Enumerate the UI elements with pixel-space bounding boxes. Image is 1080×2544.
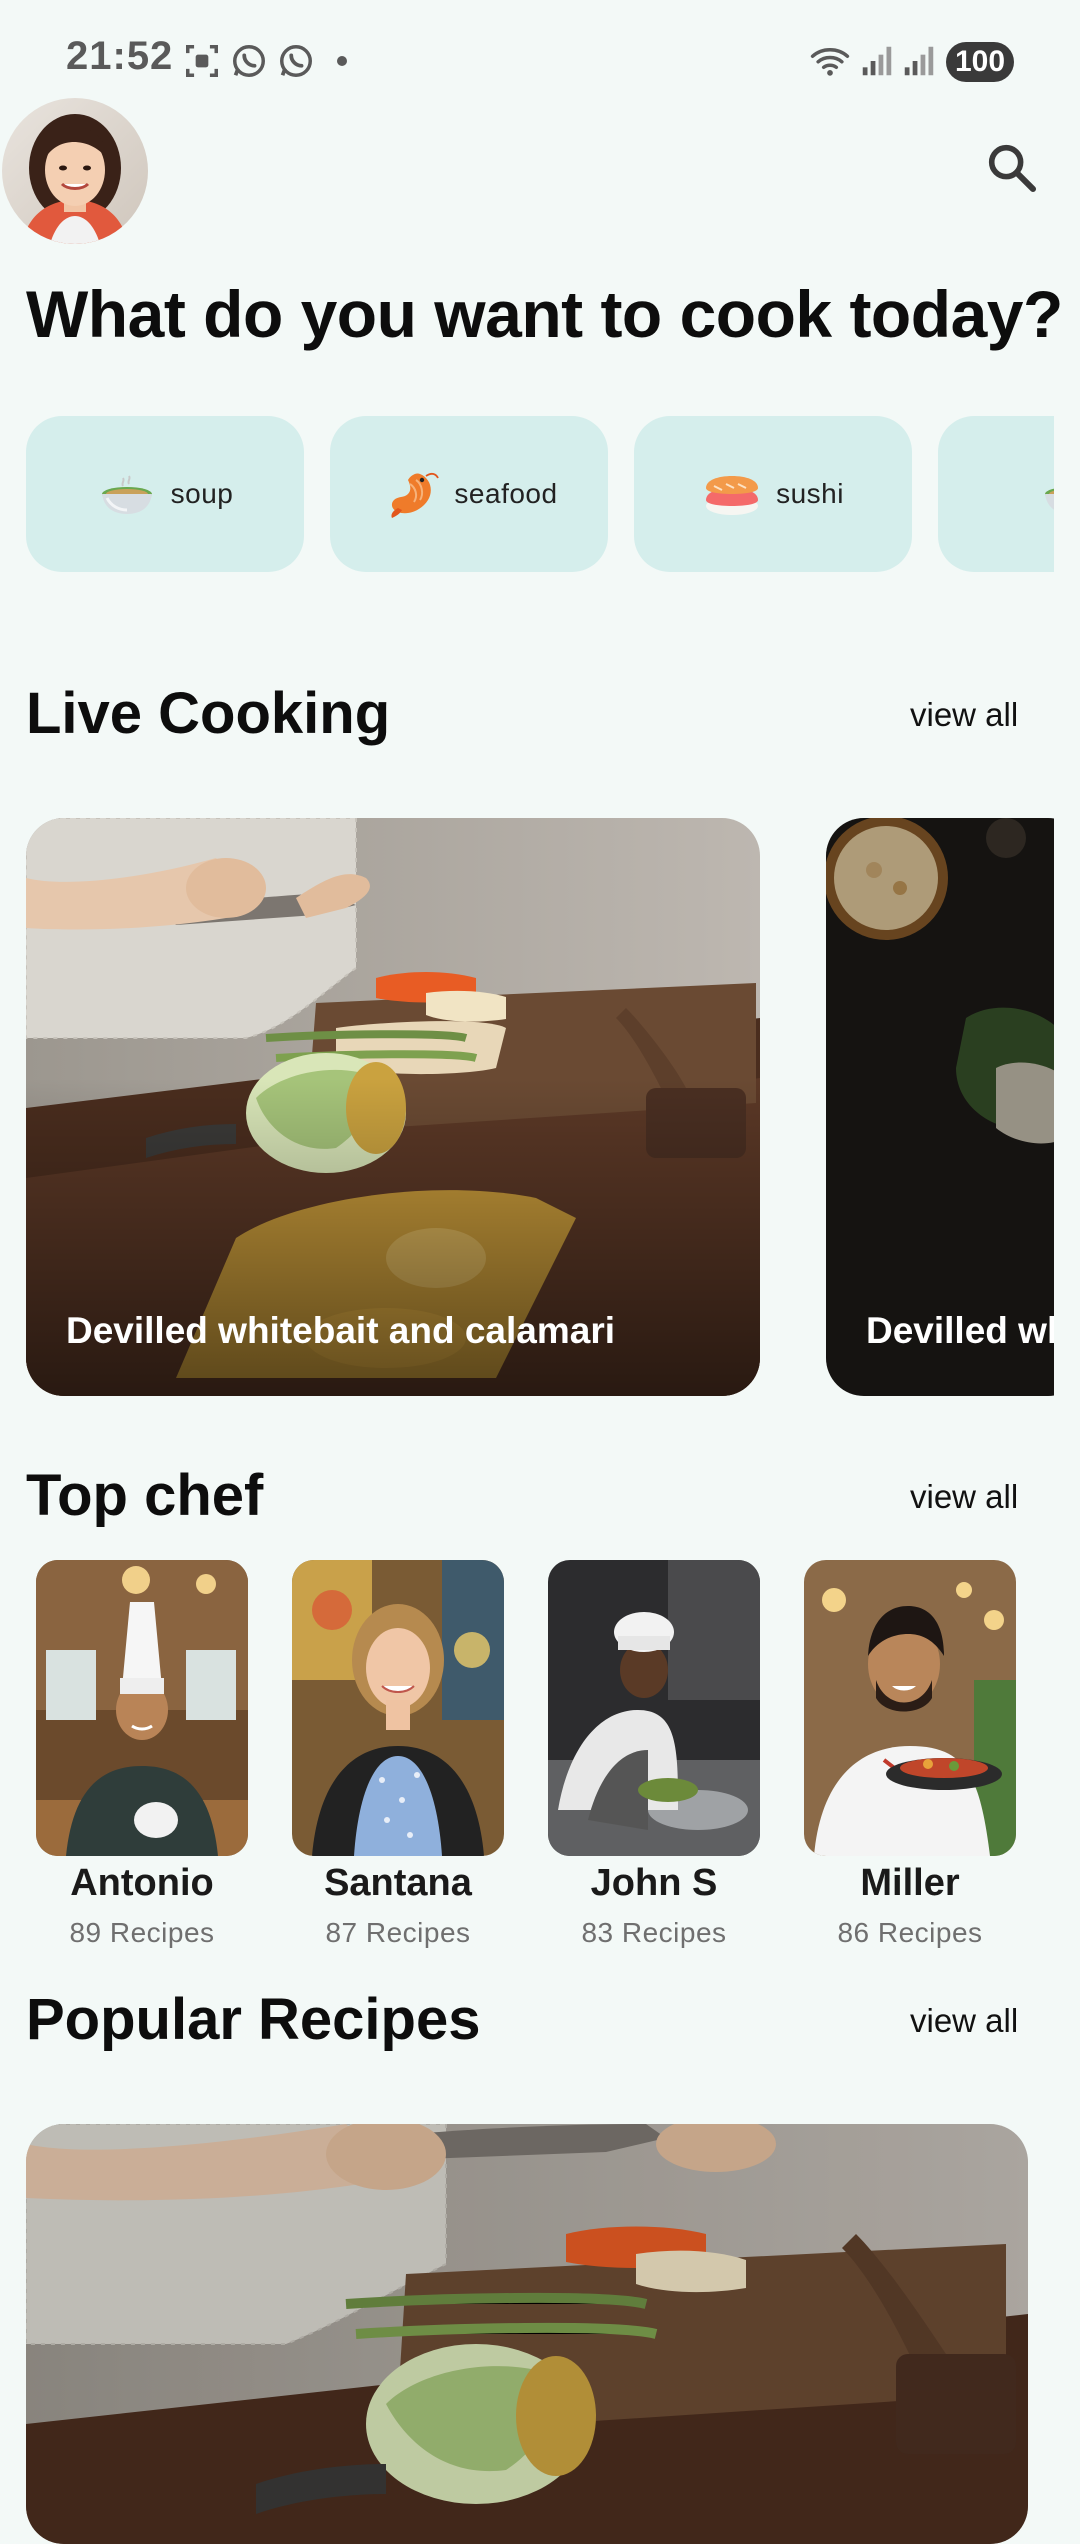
category-chip-more[interactable] <box>938 416 1054 572</box>
notification-dot-icon <box>337 56 347 66</box>
shrimp-icon <box>391 472 440 518</box>
live-cooking-card-title: Devilled wh <box>866 1310 1054 1351</box>
chef-name: Antonio <box>70 1862 214 1904</box>
chef-photo <box>548 1560 760 1856</box>
live-cooking-card[interactable]: Devilled wh <box>826 818 1054 1396</box>
chef-recipe-count: 83 Recipes <box>581 1917 727 1948</box>
signal-icon <box>904 46 934 76</box>
user-avatar[interactable] <box>2 98 148 244</box>
category-label: seafood <box>454 478 558 509</box>
chef-recipe-count: 89 Recipes <box>69 1917 215 1948</box>
chef-photo <box>804 1560 1016 1856</box>
category-chip-seafood[interactable]: seafood <box>330 416 608 572</box>
live-cooking-card[interactable]: Devilled whitebait and calamari <box>26 818 760 1396</box>
recipe-image <box>26 2124 1028 2544</box>
soup-bowl-icon <box>1045 488 1054 510</box>
chef-name: John S <box>590 1862 718 1904</box>
signal-icon <box>862 46 892 76</box>
screenshot-icon <box>186 45 218 77</box>
battery-indicator: 100 <box>946 42 1014 82</box>
category-chip-soup[interactable]: soup <box>26 416 304 572</box>
page-title: What do you want to cook today? <box>26 277 1063 351</box>
popular-recipes-title: Popular Recipes <box>26 1987 481 2052</box>
category-label: soup <box>170 478 234 509</box>
sushi-icon <box>706 476 759 515</box>
status-bar: 21:52 100 <box>0 0 1080 120</box>
whatsapp-icon <box>280 45 312 77</box>
category-list[interactable]: soup seafood sushi <box>26 416 1054 572</box>
chef-recipe-count: 86 Recipes <box>837 1917 983 1948</box>
chef-photo <box>292 1560 504 1856</box>
popular-recipe-card[interactable] <box>26 2124 1028 2544</box>
live-cooking-list[interactable]: Devilled whitebait and calamari Devilled… <box>26 818 1054 1396</box>
popular-recipes-view-all[interactable]: view all <box>910 2002 1018 2040</box>
chef-photo <box>36 1560 248 1856</box>
chef-card-miller[interactable]: Miller 86 Recipes <box>804 1560 1016 1949</box>
live-cooking-view-all[interactable]: view all <box>910 696 1018 734</box>
chef-card-john-s[interactable]: John S 83 Recipes <box>548 1560 760 1949</box>
chef-card-antonio[interactable]: Antonio 89 Recipes <box>36 1560 248 1949</box>
live-cooking-card-title: Devilled whitebait and calamari <box>66 1310 616 1351</box>
live-cooking-title: Live Cooking <box>26 681 391 746</box>
search-icon[interactable] <box>984 140 1040 196</box>
status-time: 21:52 <box>66 34 174 78</box>
whatsapp-icon <box>233 45 265 77</box>
top-chef-view-all[interactable]: view all <box>910 1478 1018 1516</box>
top-chef-title: Top chef <box>26 1463 264 1528</box>
chef-card-santana[interactable]: Santana 87 Recipes <box>292 1560 504 1949</box>
chef-name: Miller <box>860 1862 960 1904</box>
category-label: sushi <box>776 478 844 509</box>
chef-recipe-count: 87 Recipes <box>325 1917 471 1948</box>
soup-bowl-icon <box>101 475 152 514</box>
chef-name: Santana <box>324 1862 472 1904</box>
category-chip-sushi[interactable]: sushi <box>634 416 912 572</box>
wifi-icon <box>810 47 850 76</box>
